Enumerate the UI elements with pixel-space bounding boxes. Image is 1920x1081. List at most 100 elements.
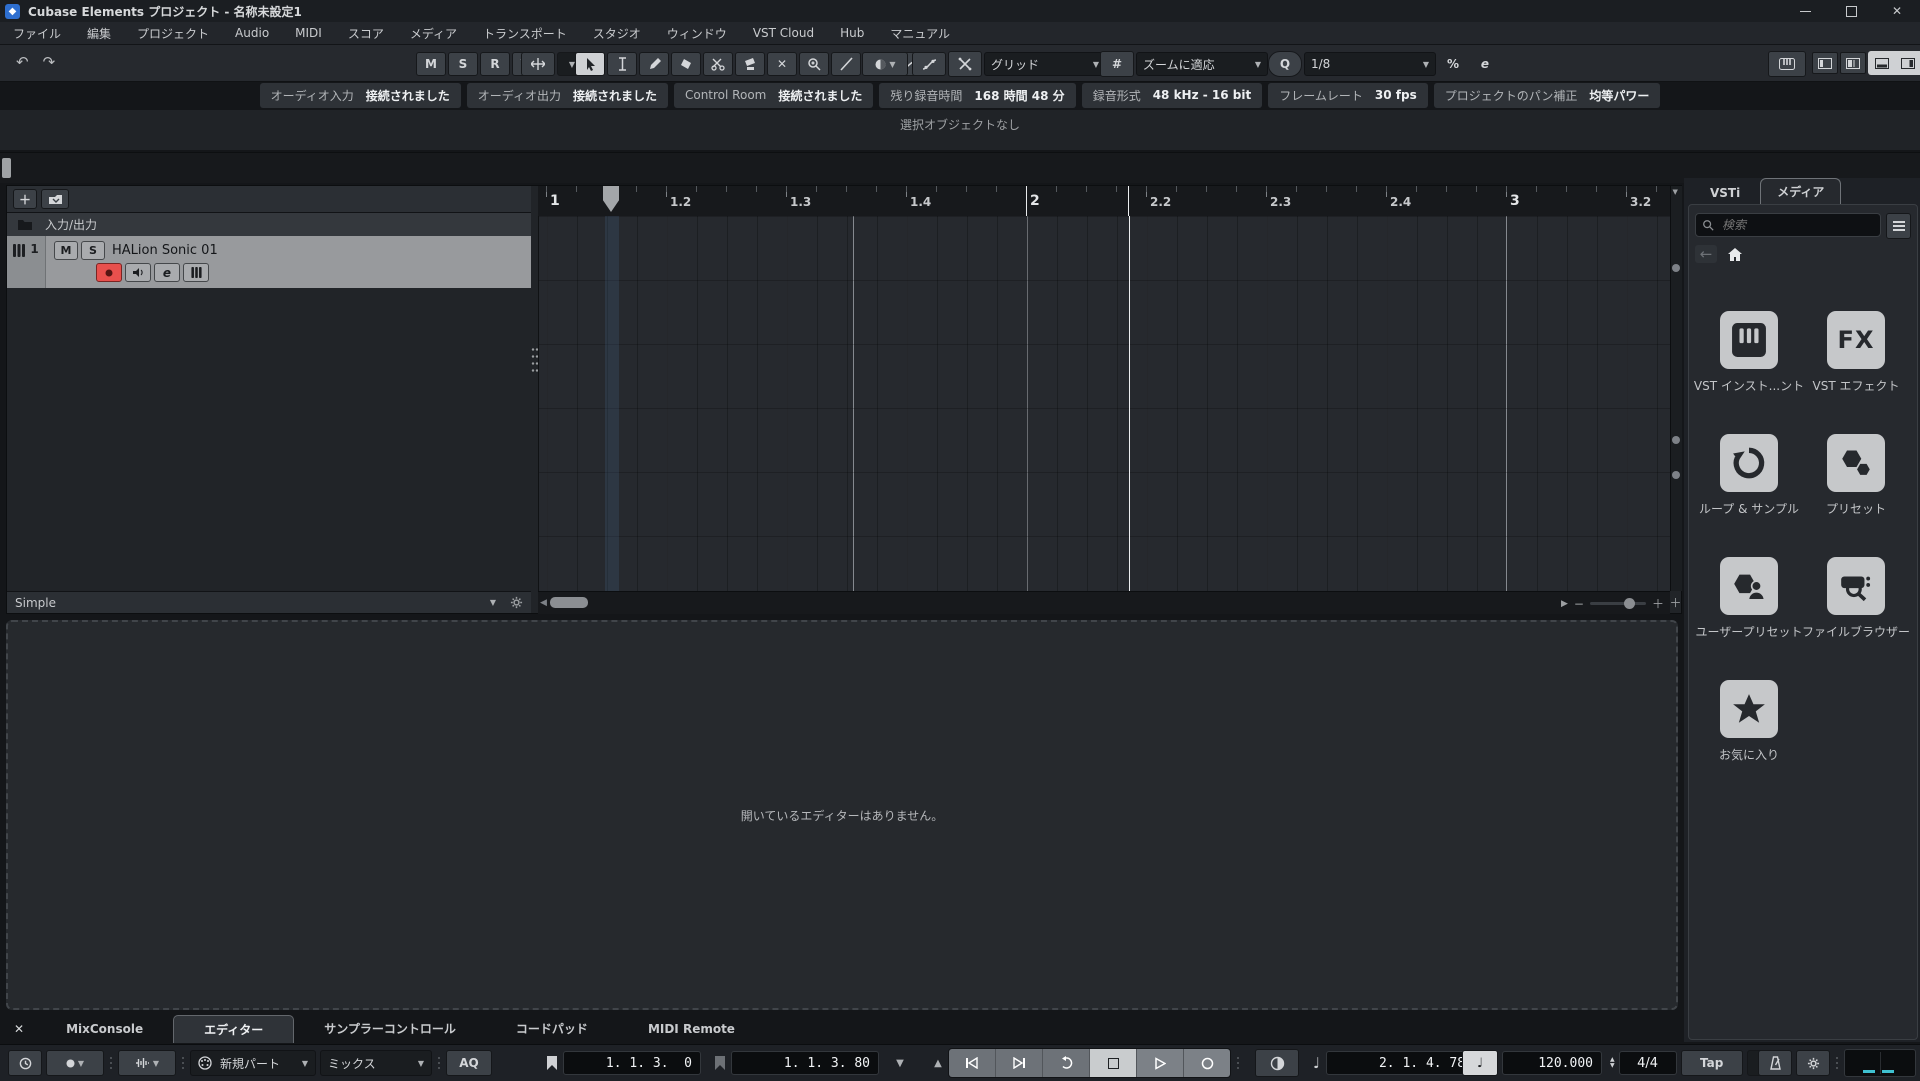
right-locator-icon[interactable] (713, 1055, 727, 1071)
tab-editor[interactable]: エディター (173, 1015, 295, 1043)
menu-item[interactable]: Hub (827, 26, 877, 40)
snap-type-dropdown[interactable]: グリッド ▼ (984, 52, 1106, 76)
erase-tool[interactable] (671, 52, 701, 76)
tile-file-browser[interactable] (1827, 557, 1885, 615)
menu-item[interactable]: ファイル (0, 25, 74, 42)
preset-dropdown-icon[interactable]: ▼ (490, 598, 496, 607)
status-pill[interactable]: 録音形式 48 kHz - 16 bit (1081, 82, 1263, 108)
tile-vst-effects[interactable]: FX (1827, 311, 1885, 369)
edit-channel-button[interactable]: e (154, 263, 180, 282)
zoom-tool[interactable] (799, 52, 829, 76)
media-list-view-button[interactable] (1886, 213, 1911, 239)
record-button[interactable] (1184, 1049, 1230, 1077)
tab-chord-pads[interactable]: コードパッド (486, 1014, 618, 1043)
stop-button[interactable] (1090, 1049, 1137, 1077)
separator-dots[interactable] (438, 1056, 440, 1071)
lower-zone-close-button[interactable]: ✕ (0, 1014, 36, 1043)
zoom-in-icon[interactable]: ＋ (1652, 595, 1664, 612)
automation-curve-button[interactable] (912, 52, 946, 76)
object-selection-tool[interactable] (575, 52, 605, 76)
project-cursor-handle[interactable] (603, 186, 619, 212)
io-folder-track[interactable]: 入力/出力 (7, 213, 531, 237)
zoom-out-icon[interactable]: − (1574, 597, 1584, 611)
midi-insert-mode-dropdown[interactable]: 新規パート ▼ (190, 1050, 316, 1076)
menu-item[interactable]: 編集 (74, 25, 124, 42)
left-zone-toggle[interactable] (1812, 52, 1838, 74)
glue-tool[interactable] (735, 52, 765, 76)
vscroll-up-icon[interactable]: ▼ (1673, 188, 1678, 196)
vertical-zoom-in-icon[interactable]: ＋ (1670, 591, 1682, 613)
menu-item[interactable]: トランスポート (470, 25, 580, 42)
menu-item[interactable]: プロジェクト (124, 25, 222, 42)
separator-dots[interactable] (182, 1056, 184, 1071)
cycle-button[interactable] (1043, 1049, 1090, 1077)
punch-in-button[interactable]: ▼ (883, 1050, 917, 1076)
tile-loops-samples[interactable] (1720, 434, 1778, 492)
quantize-panel-button[interactable]: e (1470, 52, 1500, 76)
menu-item[interactable]: ウィンドウ (654, 25, 740, 42)
tile-favorites[interactable] (1720, 680, 1778, 738)
lower-zone-editor[interactable]: 開いているエディターはありません。 (6, 620, 1678, 1010)
event-display[interactable] (538, 216, 1671, 591)
activate-project-button[interactable] (8, 1050, 42, 1076)
menu-item[interactable]: メディア (397, 25, 470, 42)
left-locator-icon[interactable] (545, 1055, 559, 1071)
vscroll-handle-top[interactable] (1671, 264, 1680, 272)
record-enable-button[interactable] (96, 263, 122, 282)
tab-vsti[interactable]: VSTi (1694, 182, 1756, 204)
grid-type-dropdown[interactable]: ズームに適応 ▼ (1136, 52, 1268, 76)
track-name[interactable]: HALion Sonic 01 (112, 243, 218, 258)
metronome-button[interactable] (1758, 1050, 1792, 1076)
tempo-track-button[interactable]: ♩ (1462, 1050, 1498, 1076)
scroll-left-icon[interactable]: ◀ (540, 598, 547, 608)
menu-item[interactable]: Audio (222, 26, 282, 40)
tile-user-presets[interactable] (1720, 557, 1778, 615)
tab-media[interactable]: メディア (1760, 178, 1842, 204)
preset-name[interactable]: Simple (15, 596, 56, 610)
mute-tool[interactable]: ✕ (767, 52, 797, 76)
vscroll-handle-low[interactable] (1671, 471, 1680, 479)
editor-keyboard-button[interactable] (1768, 51, 1806, 77)
position-display[interactable]: 2. 1. 4. 78 (1326, 1051, 1475, 1075)
maximize-button[interactable] (1828, 0, 1874, 22)
track-mute-button[interactable]: M (54, 241, 78, 260)
range-selection-tool[interactable] (607, 52, 637, 76)
horizontal-scroll-thumb[interactable] (550, 597, 588, 608)
separator-dots[interactable] (110, 1056, 112, 1071)
goto-end-button[interactable] (996, 1049, 1043, 1077)
search-input[interactable] (1720, 217, 1874, 233)
tempo-spinner[interactable]: ▲ ▼ (1610, 1057, 1615, 1069)
close-button[interactable]: ✕ (1874, 0, 1920, 22)
tile-vst-instruments[interactable] (1720, 311, 1778, 369)
lower-zone-toggle[interactable] (1870, 53, 1894, 73)
zoom-slider-thumb[interactable] (1623, 598, 1635, 609)
quantize-button[interactable]: Q (1268, 51, 1302, 77)
quantize-dropdown[interactable]: 1/8 ▼ (1304, 52, 1436, 76)
menu-item[interactable]: MIDI (282, 26, 335, 40)
status-pill[interactable]: オーディオ出力 接続されました (466, 82, 668, 108)
menu-item[interactable]: VST Cloud (740, 26, 827, 40)
minimize-button[interactable] (1782, 0, 1828, 22)
track-solo-button[interactable]: S (81, 241, 105, 260)
auto-quantize-button[interactable]: AQ (446, 1050, 492, 1076)
snap-button[interactable] (948, 51, 982, 77)
scroll-right-icon[interactable]: ▶ (1561, 599, 1568, 609)
menu-item[interactable]: スコア (335, 25, 397, 42)
goto-start-button[interactable] (949, 1049, 996, 1077)
auto-scroll-button[interactable] (521, 52, 555, 76)
tab-midi-remote[interactable]: MIDI Remote (618, 1014, 765, 1043)
tile-presets[interactable] (1827, 434, 1885, 492)
overview-thumb[interactable] (2, 158, 11, 178)
record-mode-button[interactable]: ▼ (46, 1050, 104, 1076)
split-tool[interactable] (703, 52, 733, 76)
menu-item[interactable]: マニュアル (877, 25, 963, 42)
grid-type-button[interactable]: # (1100, 51, 1134, 77)
tempo-field[interactable]: 120.000 (1502, 1051, 1602, 1075)
time-signature-field[interactable]: 4/4 (1618, 1051, 1677, 1075)
home-icon[interactable] (1727, 247, 1743, 262)
swing-button[interactable]: % (1438, 52, 1468, 76)
menu-item[interactable]: スタジオ (580, 25, 654, 42)
add-track-button[interactable]: ＋ (13, 189, 37, 209)
media-back-button[interactable]: ← (1695, 245, 1717, 263)
metronome-setup-button[interactable] (1796, 1050, 1830, 1076)
